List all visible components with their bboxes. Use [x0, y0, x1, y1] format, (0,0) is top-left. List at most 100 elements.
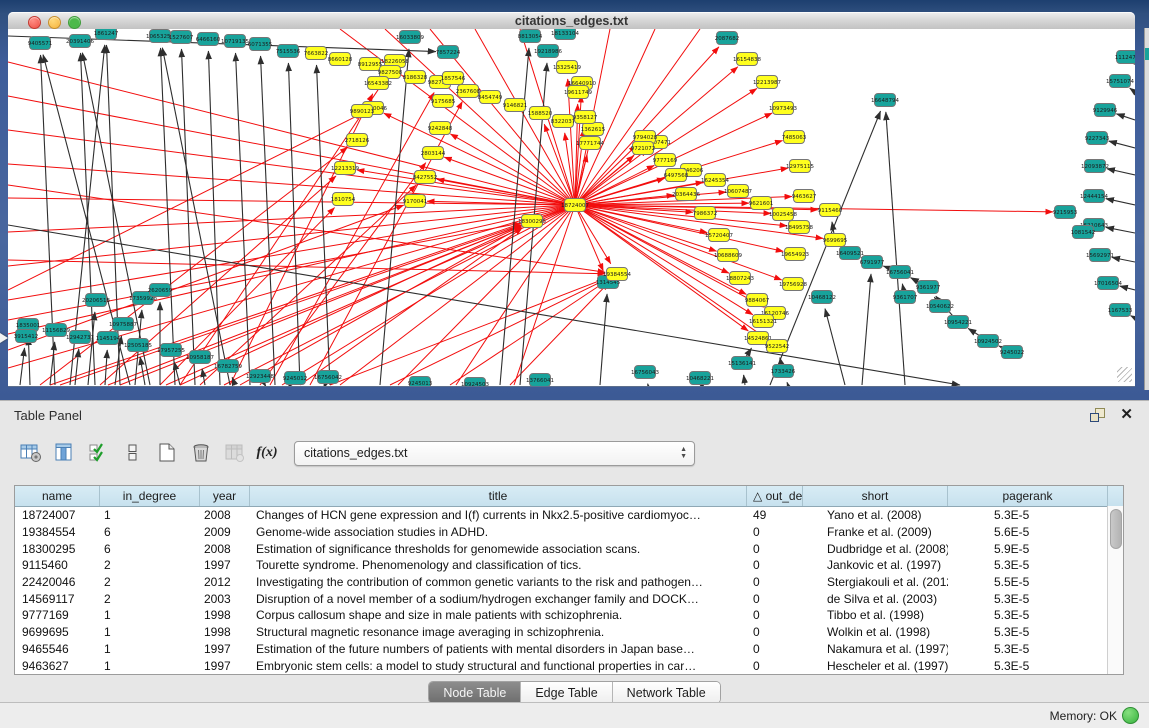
graph-node[interactable]: 2620659 [148, 284, 173, 297]
graph-edge[interactable] [886, 112, 905, 385]
graph-node[interactable]: 8427552 [413, 171, 438, 184]
table-select-dropdown[interactable]: citations_edges.txt ▲▼ [294, 441, 695, 466]
network-window-titlebar[interactable]: citations_edges.txt [8, 12, 1135, 30]
graph-edge[interactable] [825, 309, 845, 385]
table-row[interactable]: 1938455462009Genome-wide association stu… [15, 524, 1123, 541]
graph-node[interactable]: 10688609 [714, 249, 742, 262]
graph-node[interactable]: 10924502 [974, 335, 1002, 348]
graph-node[interactable]: 9358127 [573, 111, 598, 124]
column-header-short[interactable]: short [803, 486, 948, 506]
graph-edge[interactable] [300, 228, 522, 385]
graph-edge[interactable] [1112, 257, 1135, 262]
graph-node[interactable]: 1810754 [331, 193, 356, 206]
graph-node[interactable]: 19218986 [534, 45, 562, 58]
graph-node[interactable]: 16033809 [396, 31, 424, 44]
graph-edge[interactable] [702, 385, 703, 386]
graph-node[interactable]: 9890123 [350, 105, 375, 118]
network-canvas[interactable]: 9405571203914061861247106532571527607646… [8, 29, 1135, 387]
graph-node[interactable]: 16756043 [631, 366, 659, 379]
graph-node[interactable]: 10954221 [944, 316, 972, 329]
memory-status-indicator[interactable] [1122, 707, 1139, 724]
graph-node[interactable]: 20364436 [672, 188, 700, 201]
graph-edge[interactable] [1107, 169, 1135, 175]
graph-edge[interactable] [862, 274, 871, 385]
graph-node[interactable]: 9777169 [653, 154, 678, 167]
column-header-in_degree[interactable]: in_degree [100, 486, 200, 506]
graph-node[interactable]: 1733426 [771, 365, 796, 378]
graph-node[interactable]: 20391406 [66, 35, 94, 48]
graph-node[interactable]: 9242848 [428, 122, 453, 135]
graph-node[interactable]: 1145194 [96, 332, 121, 345]
graph-node[interactable]: 10540622 [926, 300, 954, 313]
graph-node[interactable]: 12093872 [1081, 160, 1109, 173]
graph-edge[interactable] [265, 385, 266, 386]
graph-node[interactable]: 1527607 [169, 31, 194, 44]
graph-edge[interactable] [288, 63, 300, 385]
graph-node[interactable]: 6791977 [860, 256, 885, 269]
graph-node[interactable]: 10468221 [686, 372, 714, 385]
graph-edge[interactable] [324, 385, 325, 386]
graph-node[interactable]: 1112473 [1115, 51, 1135, 64]
graph-node[interactable]: 6071355 [248, 38, 273, 51]
graph-edge[interactable] [380, 49, 409, 385]
graph-edge[interactable] [600, 294, 607, 385]
graph-node[interactable]: 18495758 [785, 221, 813, 234]
graph-node[interactable]: 9884067 [745, 294, 770, 307]
graph-node[interactable]: 17957255 [157, 344, 185, 357]
graph-node[interactable]: 9522542 [765, 340, 790, 353]
graph-node[interactable]: 9129946 [1093, 104, 1118, 117]
table-row[interactable]: 946554611997Estimation of the future num… [15, 641, 1123, 658]
graph-node[interactable]: 12923448 [246, 370, 274, 383]
graph-node[interactable]: 9245012 [283, 372, 308, 385]
graph-node[interactable]: 9146821 [503, 99, 528, 112]
graph-node[interactable]: 1861247 [94, 29, 119, 40]
graph-edge[interactable] [384, 113, 575, 205]
graph-node[interactable]: 6466160 [196, 33, 221, 46]
graph-node[interactable]: 9405571 [28, 37, 53, 50]
graph-edge[interactable] [60, 225, 521, 385]
graph-node[interactable]: 16648794 [871, 94, 899, 107]
graph-node[interactable]: 2718126 [345, 134, 370, 147]
network-graph[interactable]: 9405571203914061861247106532571527607646… [8, 29, 1135, 386]
graph-node[interactable]: 15136141 [728, 357, 756, 370]
table-settings-button[interactable] [16, 438, 46, 468]
graph-node[interactable]: 9245013 [408, 377, 433, 387]
graph-node[interactable]: 18807243 [726, 272, 754, 285]
graph-node[interactable]: 1362615 [581, 123, 606, 136]
graph-node[interactable]: 12213319 [331, 162, 359, 175]
graph-edge[interactable] [240, 227, 522, 385]
table-row[interactable]: 946362711997Embryonic stem cells: a mode… [15, 657, 1123, 674]
graph-node[interactable]: 9621601 [749, 197, 774, 210]
graph-edge[interactable] [1130, 88, 1135, 92]
graph-edge[interactable] [1116, 114, 1135, 120]
show-columns-button[interactable] [50, 438, 80, 468]
network-window[interactable]: citations_edges.txt 9405571 2039140618612… [8, 12, 1135, 386]
graph-node[interactable]: 15720407 [705, 229, 733, 242]
graph-node[interactable]: 9115460 [818, 204, 843, 217]
table-row[interactable]: 1872400712008Changes of HCN gene express… [15, 507, 1123, 524]
table-row[interactable]: 969969511998Structural magnetic resonanc… [15, 624, 1123, 641]
graph-node[interactable]: 15751074 [1106, 75, 1134, 88]
graph-node[interactable]: 7485063 [782, 131, 807, 144]
graph-node[interactable]: 9215953 [1053, 206, 1078, 219]
table-row[interactable]: 977716911998Corpus callosum shape and si… [15, 607, 1123, 624]
table-row[interactable]: 1830029562008Estimation of significance … [15, 540, 1123, 557]
graph-node[interactable]: 10468122 [808, 291, 836, 304]
graph-node[interactable]: 15692971 [1086, 249, 1114, 262]
graph-edge[interactable] [181, 49, 195, 385]
tab-node-table[interactable]: Node Table [429, 682, 521, 703]
graph-node[interactable]: 9361707 [893, 291, 918, 304]
delete-column-button[interactable] [186, 438, 216, 468]
column-header-year[interactable]: year [200, 486, 250, 506]
column-header-name[interactable]: name [15, 486, 100, 506]
graph-edge[interactable] [180, 82, 383, 385]
graph-edge[interactable] [744, 375, 745, 385]
graph-node[interactable]: 13325419 [553, 61, 581, 74]
graph-node[interactable]: 19611749 [564, 86, 592, 99]
graph-node[interactable]: 18133104 [551, 29, 579, 40]
graph-node[interactable]: 8660128 [328, 53, 353, 66]
graph-node[interactable]: 17016504 [1094, 277, 1122, 290]
graph-node[interactable]: 2803144 [421, 147, 446, 160]
float-panel-icon[interactable] [1090, 408, 1105, 422]
graph-node[interactable]: 12444154 [1080, 190, 1108, 203]
